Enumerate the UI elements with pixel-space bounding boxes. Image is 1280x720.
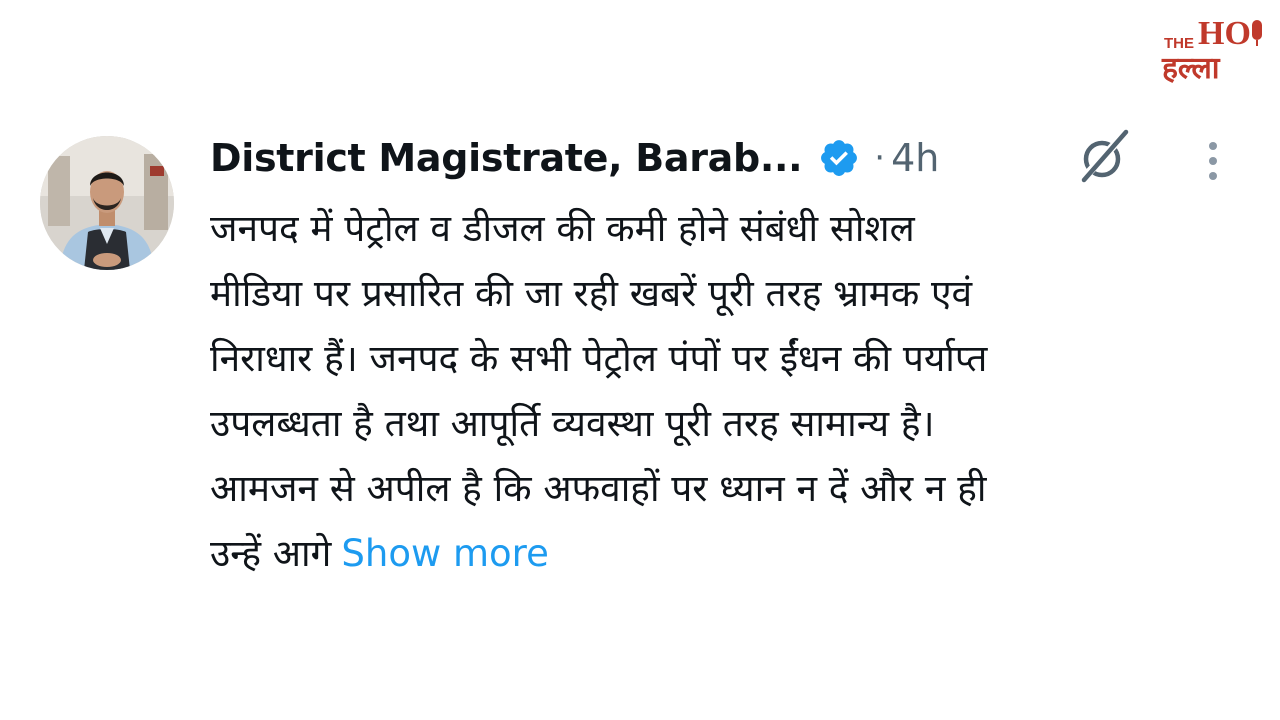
tweet-header: District Magistrate, Barab... · 4h bbox=[210, 128, 939, 188]
the-ho-halla-logo: THE HO हल्ला bbox=[1160, 6, 1272, 86]
more-vertical-icon[interactable] bbox=[1196, 138, 1230, 184]
tweet-text-line: आमजन से अपील है कि अफवाहों पर ध्यान न दे… bbox=[210, 467, 987, 510]
separator-dot: · bbox=[874, 138, 886, 178]
verified-badge-icon bbox=[818, 137, 860, 179]
screenshot-page: THE HO हल्ला District Magistrate, Barab.… bbox=[0, 0, 1280, 720]
grok-icon[interactable] bbox=[1074, 126, 1136, 188]
svg-text:हल्ला: हल्ला bbox=[1161, 51, 1221, 86]
tweet-text: जनपद में पेट्रोल व डीजल की कमी होने संबं… bbox=[210, 196, 1260, 586]
author-avatar[interactable] bbox=[40, 136, 174, 270]
post-time[interactable]: 4h bbox=[891, 136, 939, 180]
show-more-link[interactable]: Show more bbox=[341, 532, 548, 575]
tweet-text-line: उन्हें आगे bbox=[210, 532, 332, 575]
svg-text:THE: THE bbox=[1164, 35, 1194, 52]
tweet-text-line: उपलब्धता है तथा आपूर्ति व्यवस्था पूरी तर… bbox=[210, 402, 935, 445]
author-name[interactable]: District Magistrate, Barab... bbox=[210, 136, 803, 180]
tweet-text-line: जनपद में पेट्रोल व डीजल की कमी होने संबं… bbox=[210, 207, 915, 250]
tweet-text-line: निराधार हैं। जनपद के सभी पेट्रोल पंपों प… bbox=[210, 337, 988, 380]
svg-text:HO: HO bbox=[1198, 15, 1251, 52]
tweet-text-last-line: उन्हें आगे Show more bbox=[210, 521, 1260, 586]
tweet-text-line: मीडिया पर प्रसारित की जा रही खबरें पूरी … bbox=[210, 272, 973, 315]
